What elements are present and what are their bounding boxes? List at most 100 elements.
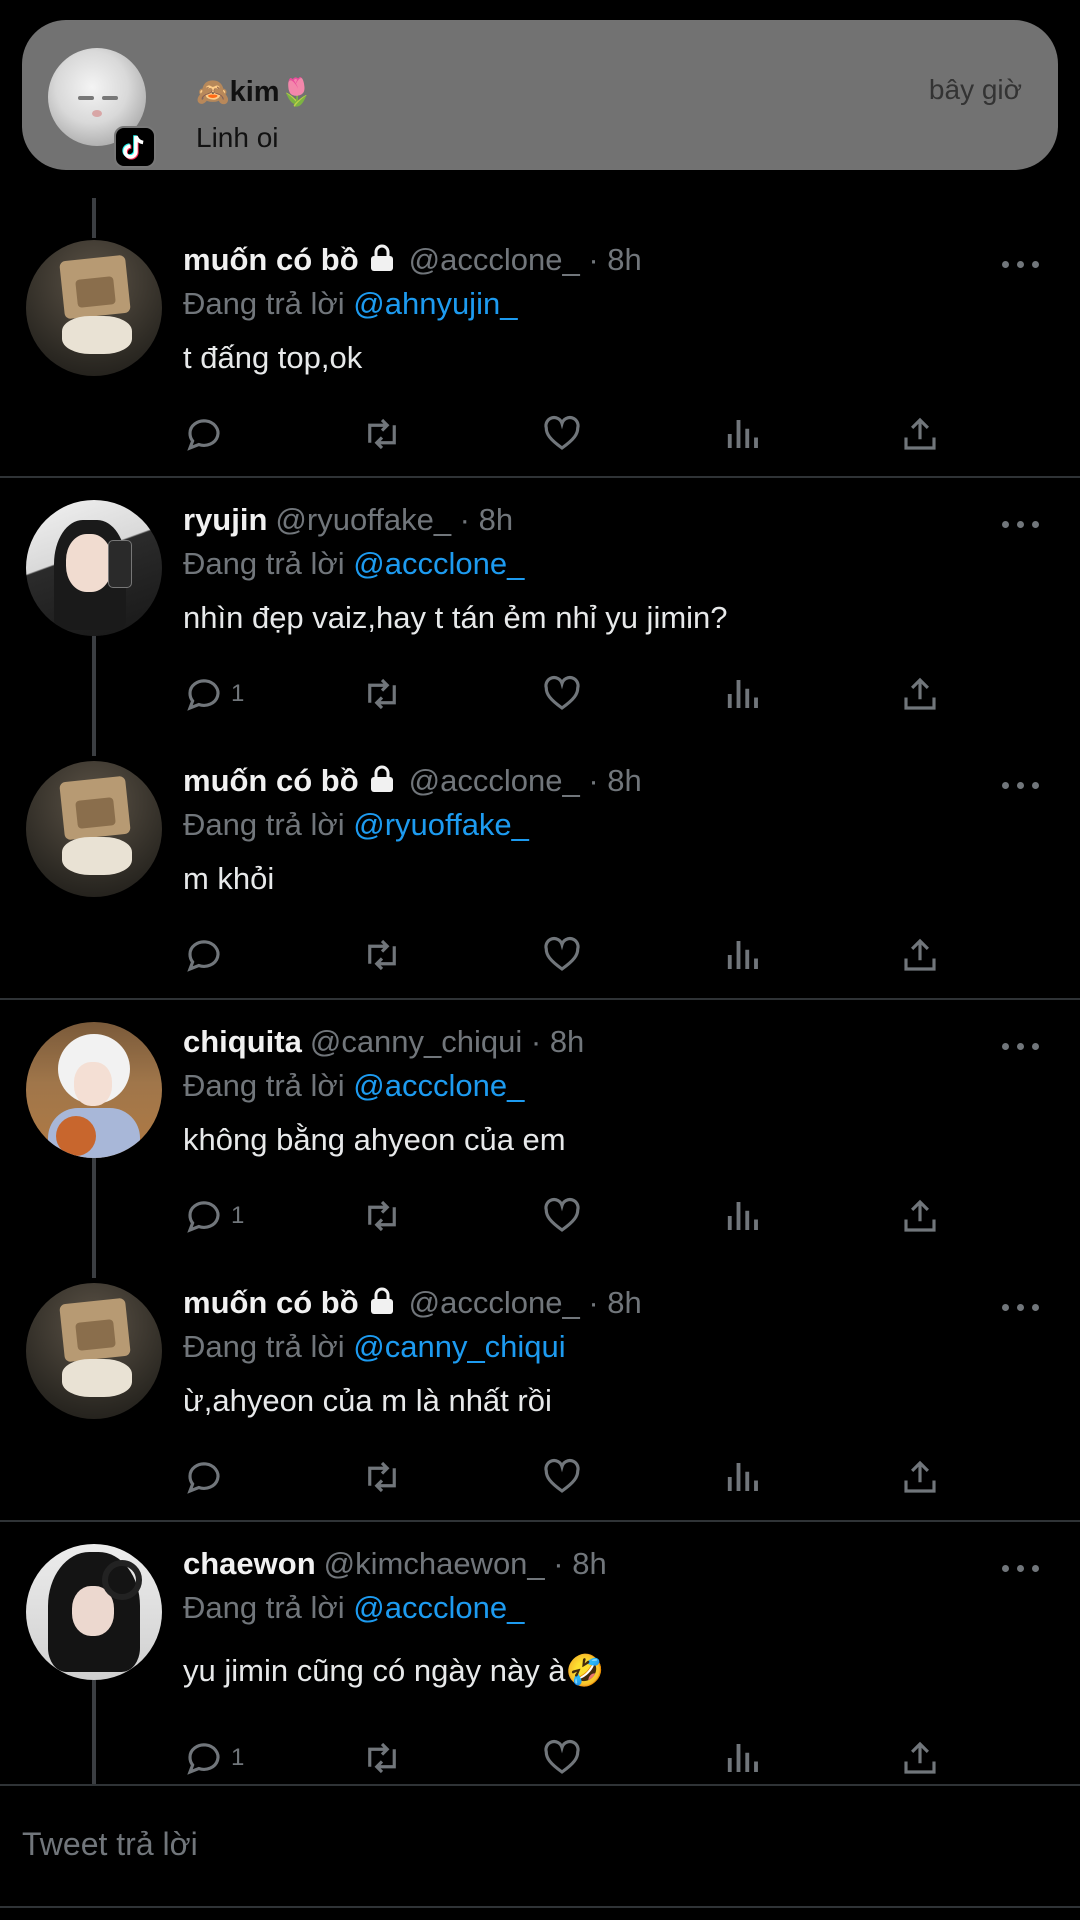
replying-to: Đang trả lời @accclone_	[183, 1590, 524, 1626]
share-icon	[904, 417, 936, 450]
heart-icon	[544, 676, 580, 710]
reply-button[interactable]: 1	[183, 1194, 244, 1238]
views-icon	[727, 1463, 758, 1491]
tweet-text: t đấng top,ok	[183, 340, 363, 375]
tweet-header: muốn có bồ @accclone_ · 8h	[183, 1285, 642, 1321]
mention-link[interactable]: @accclone_	[353, 1590, 524, 1625]
share-button[interactable]	[899, 672, 941, 716]
like-button[interactable]	[541, 1455, 583, 1499]
like-button[interactable]	[541, 412, 583, 456]
share-icon	[904, 1460, 936, 1493]
mention-link[interactable]: @accclone_	[353, 546, 524, 581]
display-name[interactable]: muốn có bồ	[183, 1285, 359, 1320]
avatar[interactable]	[26, 240, 162, 376]
tweet-actions: 1	[183, 672, 963, 716]
reply-icon	[187, 679, 220, 711]
reply-button[interactable]: 1	[183, 1736, 244, 1780]
reply-count: 1	[231, 680, 245, 707]
retweet-icon	[368, 1461, 396, 1493]
retweet-icon	[368, 939, 396, 971]
reply-icon	[187, 1201, 220, 1233]
like-button[interactable]	[541, 672, 583, 716]
avatar[interactable]	[26, 1022, 162, 1158]
mention-link[interactable]: @canny_chiqui	[353, 1329, 565, 1364]
views-icon	[727, 420, 758, 448]
display-name[interactable]: muốn có bồ	[183, 242, 359, 277]
retweet-icon	[368, 1200, 396, 1232]
lock-icon	[370, 244, 393, 271]
notification-title: 🙈kim🌷	[196, 76, 313, 109]
tweet-actions: 1	[183, 1194, 963, 1238]
retweet-button[interactable]	[361, 1194, 403, 1238]
retweet-button[interactable]	[361, 1736, 403, 1780]
reply-compose-input[interactable]: Tweet trả lời	[22, 1826, 198, 1863]
tulip-emoji: 🌷	[279, 77, 314, 107]
like-button[interactable]	[541, 933, 583, 977]
display-name[interactable]: chaewon	[183, 1546, 316, 1581]
divider	[0, 476, 1080, 478]
notification-banner[interactable]: 🙈kim🌷 Linh oi bây giờ	[22, 20, 1058, 170]
views-button[interactable]	[721, 933, 763, 977]
share-icon	[904, 1741, 936, 1774]
reply-button[interactable]	[183, 933, 231, 977]
views-button[interactable]	[721, 672, 763, 716]
reply-count: 1	[231, 1202, 245, 1229]
display-name[interactable]: chiquita	[183, 1024, 302, 1059]
tweet-actions	[183, 933, 963, 977]
reply-icon	[187, 940, 220, 972]
tweet-text: không bằng ahyeon của em	[183, 1122, 566, 1157]
share-button[interactable]	[899, 1194, 941, 1238]
avatar[interactable]	[26, 500, 162, 636]
mention-link[interactable]: @ryuoffake_	[353, 807, 529, 842]
display-name[interactable]: ryujin	[183, 502, 267, 537]
views-button[interactable]	[721, 1736, 763, 1780]
notification-time: bây giờ	[928, 74, 1022, 105]
reply-button[interactable]	[183, 1455, 231, 1499]
more-options-icon[interactable]	[1002, 1301, 1042, 1313]
avatar[interactable]	[26, 761, 162, 897]
reply-button[interactable]: 1	[183, 672, 244, 716]
retweet-button[interactable]	[361, 1455, 403, 1499]
handle: @canny_chiqui · 8h	[309, 1024, 585, 1059]
replying-label: Đang trả lời	[183, 546, 345, 581]
tweet-text: yu jimin cũng có ngày này à🤣	[183, 1653, 605, 1688]
reply-button[interactable]	[183, 412, 231, 456]
more-options-icon[interactable]	[1002, 1040, 1042, 1052]
tweet-actions	[183, 412, 963, 456]
more-options-icon[interactable]	[1002, 779, 1042, 791]
tweet-text: ừ,ahyeon của m là nhất rồi	[183, 1383, 552, 1418]
avatar[interactable]	[26, 1283, 162, 1419]
views-icon	[727, 680, 758, 708]
display-name[interactable]: muốn có bồ	[183, 763, 359, 798]
mention-link[interactable]: @ahnyujin_	[353, 286, 517, 321]
views-icon	[727, 941, 758, 969]
retweet-button[interactable]	[361, 672, 403, 716]
views-button[interactable]	[721, 412, 763, 456]
share-button[interactable]	[899, 1736, 941, 1780]
lock-icon	[370, 1287, 393, 1314]
share-button[interactable]	[899, 1455, 941, 1499]
retweet-button[interactable]	[361, 412, 403, 456]
share-button[interactable]	[899, 412, 941, 456]
tweet-actions	[183, 1455, 963, 1499]
retweet-button[interactable]	[361, 933, 403, 977]
mention-link[interactable]: @accclone_	[353, 1068, 524, 1103]
views-button[interactable]	[721, 1455, 763, 1499]
handle: @accclone_ · 8h	[408, 763, 642, 798]
avatar[interactable]	[26, 1544, 162, 1680]
tweet-actions: 1	[183, 1736, 963, 1780]
handle: @accclone_ · 8h	[408, 242, 642, 277]
more-options-icon[interactable]	[1002, 518, 1042, 530]
compose-underline	[0, 1906, 1080, 1908]
tweet-text: nhìn đẹp vaiz,hay t tán ẻm nhỉ yu jimin?	[183, 600, 728, 635]
views-button[interactable]	[721, 1194, 763, 1238]
thread-line	[92, 636, 96, 756]
thread-line	[92, 1158, 96, 1278]
replying-to: Đang trả lời @ahnyujin_	[183, 286, 517, 322]
like-button[interactable]	[541, 1736, 583, 1780]
share-button[interactable]	[899, 933, 941, 977]
more-options-icon[interactable]	[1002, 258, 1042, 270]
tweet-header: muốn có bồ @accclone_ · 8h	[183, 242, 642, 278]
like-button[interactable]	[541, 1194, 583, 1238]
more-options-icon[interactable]	[1002, 1562, 1042, 1574]
